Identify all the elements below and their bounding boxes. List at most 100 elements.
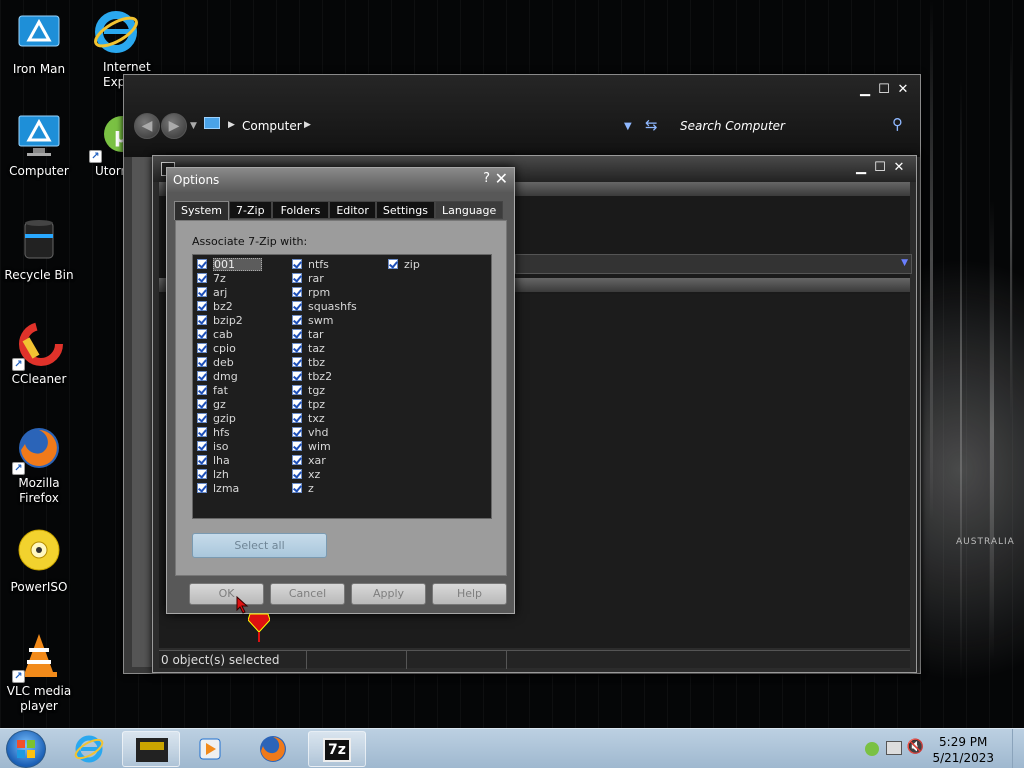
tab-folders[interactable]: Folders: [271, 201, 330, 219]
checkbox-checked-icon[interactable]: [197, 399, 207, 409]
checkbox-checked-icon[interactable]: [197, 469, 207, 479]
association-item[interactable]: taz: [292, 341, 357, 355]
tab-editor[interactable]: Editor: [329, 201, 376, 219]
checkbox-checked-icon[interactable]: [197, 259, 207, 269]
checkbox-checked-icon[interactable]: [197, 329, 207, 339]
association-item[interactable]: bzip2: [197, 313, 262, 327]
association-item[interactable]: cpio: [197, 341, 262, 355]
apply-button[interactable]: Apply: [351, 583, 426, 605]
association-item[interactable]: swm: [292, 313, 357, 327]
association-item[interactable]: tpz: [292, 397, 357, 411]
checkbox-checked-icon[interactable]: [388, 259, 398, 269]
select-all-button[interactable]: Select all: [192, 533, 327, 558]
maximize-icon[interactable]: ☐: [873, 161, 887, 175]
network-tray-icon[interactable]: [886, 741, 902, 755]
start-button[interactable]: [6, 730, 46, 768]
association-item[interactable]: tbz2: [292, 369, 357, 383]
desktop-icon-iron-man[interactable]: Iron Man: [1, 10, 77, 77]
association-item[interactable]: txz: [292, 411, 357, 425]
association-item[interactable]: iso: [197, 439, 262, 453]
breadcrumb-arrow-icon[interactable]: ▶: [304, 120, 311, 130]
breadcrumb[interactable]: Computer: [242, 119, 302, 133]
show-desktop-button[interactable]: [1012, 729, 1024, 768]
association-item[interactable]: ntfs: [292, 257, 357, 271]
checkbox-checked-icon[interactable]: [197, 413, 207, 423]
fm-address-bar[interactable]: [515, 254, 912, 274]
association-item[interactable]: lzh: [197, 467, 262, 481]
association-item[interactable]: xar: [292, 453, 357, 467]
association-item[interactable]: xz: [292, 467, 357, 481]
association-item[interactable]: arj: [197, 285, 262, 299]
cancel-button[interactable]: Cancel: [270, 583, 345, 605]
taskbar-firefox[interactable]: [244, 731, 302, 767]
search-input[interactable]: Search Computer: [680, 119, 785, 133]
close-icon[interactable]: ✕: [896, 83, 910, 97]
checkbox-checked-icon[interactable]: [292, 469, 302, 479]
checkbox-checked-icon[interactable]: [292, 273, 302, 283]
checkbox-checked-icon[interactable]: [292, 329, 302, 339]
taskbar-internet-explorer[interactable]: [60, 731, 118, 767]
forward-button[interactable]: ▶: [161, 113, 187, 139]
desktop-icon-computer[interactable]: Computer: [1, 112, 77, 179]
association-item[interactable]: vhd: [292, 425, 357, 439]
association-item[interactable]: tbz: [292, 355, 357, 369]
association-item[interactable]: squashfs: [292, 299, 357, 313]
association-item[interactable]: fat: [197, 383, 262, 397]
association-item[interactable]: tgz: [292, 383, 357, 397]
checkbox-checked-icon[interactable]: [197, 273, 207, 283]
checkbox-checked-icon[interactable]: [197, 357, 207, 367]
checkbox-checked-icon[interactable]: [197, 287, 207, 297]
checkbox-checked-icon[interactable]: [197, 427, 207, 437]
association-item[interactable]: tar: [292, 327, 357, 341]
checkbox-checked-icon[interactable]: [197, 343, 207, 353]
desktop-icon-ccleaner[interactable]: ↗ CCleaner: [1, 320, 77, 387]
association-item[interactable]: gzip: [197, 411, 262, 425]
association-list[interactable]: 001 7z arj bz2 bzip2 cab cpio deb dmg fat gz gzip hf…: [192, 254, 492, 519]
close-icon[interactable]: ✕: [495, 169, 508, 188]
checkbox-checked-icon[interactable]: [197, 441, 207, 451]
utorrent-tray-icon[interactable]: [865, 742, 879, 756]
association-item[interactable]: rpm: [292, 285, 357, 299]
taskbar-media-player[interactable]: [182, 731, 240, 767]
options-dialog[interactable]: Options ? ✕ System 7-Zip Folders Editor …: [166, 167, 515, 614]
checkbox-checked-icon[interactable]: [292, 483, 302, 493]
help-button[interactable]: Help: [432, 583, 507, 605]
checkbox-checked-icon[interactable]: [292, 357, 302, 367]
minimize-icon[interactable]: ▁: [854, 161, 868, 175]
association-item[interactable]: z: [292, 481, 357, 495]
desktop-icon-recycle-bin[interactable]: Recycle Bin: [1, 216, 77, 283]
desktop-icon-firefox[interactable]: ↗ Mozilla Firefox: [1, 424, 77, 506]
association-item[interactable]: cab: [197, 327, 262, 341]
association-item[interactable]: gz: [197, 397, 262, 411]
checkbox-checked-icon[interactable]: [292, 259, 302, 269]
association-item[interactable]: lha: [197, 453, 262, 467]
checkbox-checked-icon[interactable]: [292, 427, 302, 437]
association-item[interactable]: dmg: [197, 369, 262, 383]
breadcrumb-arrow-icon[interactable]: ▶: [228, 120, 235, 130]
desktop-icon-poweriso[interactable]: PowerISO: [1, 528, 77, 595]
back-button[interactable]: ◀: [134, 113, 160, 139]
checkbox-checked-icon[interactable]: [292, 287, 302, 297]
association-item[interactable]: 7z: [197, 271, 262, 285]
checkbox-checked-icon[interactable]: [292, 441, 302, 451]
tab-language[interactable]: Language: [435, 201, 504, 219]
checkbox-checked-icon[interactable]: [292, 399, 302, 409]
checkbox-checked-icon[interactable]: [197, 455, 207, 465]
checkbox-checked-icon[interactable]: [197, 483, 207, 493]
association-item[interactable]: bz2: [197, 299, 262, 313]
recent-pages-icon[interactable]: ▼: [190, 121, 197, 131]
checkbox-checked-icon[interactable]: [197, 385, 207, 395]
search-icon[interactable]: ⚲: [892, 115, 903, 133]
close-icon[interactable]: ✕: [892, 161, 906, 175]
help-icon[interactable]: ?: [483, 171, 490, 186]
checkbox-checked-icon[interactable]: [292, 315, 302, 325]
association-item[interactable]: lzma: [197, 481, 262, 495]
association-item[interactable]: deb: [197, 355, 262, 369]
checkbox-checked-icon[interactable]: [197, 315, 207, 325]
refresh-icon[interactable]: ⇆: [645, 116, 658, 134]
association-item[interactable]: rar: [292, 271, 357, 285]
desktop-icon-vlc[interactable]: ↗ VLC media player: [1, 632, 77, 714]
checkbox-checked-icon[interactable]: [292, 455, 302, 465]
tab-system[interactable]: System: [174, 201, 230, 220]
checkbox-checked-icon[interactable]: [292, 413, 302, 423]
